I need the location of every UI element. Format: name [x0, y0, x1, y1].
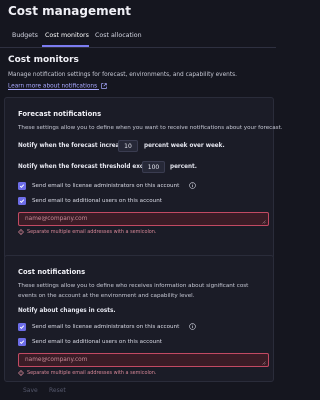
external-link-icon: [101, 83, 107, 89]
resize-handle-icon[interactable]: [261, 360, 266, 365]
forecast-card-title: Forecast notifications: [18, 110, 102, 118]
checkmark-icon: [19, 325, 25, 330]
forecast-notifications-card: Forecast notifications These settings al…: [4, 97, 283, 259]
cost-admins-label: Send email to license administrators on …: [32, 324, 180, 330]
forecast-threshold-label: Notify when the forecast threshold excee…: [18, 164, 159, 170]
tab-cost-monitors[interactable]: Cost monitors: [45, 32, 89, 39]
cost-additional-label: Send email to additional users on this a…: [32, 339, 162, 345]
cost-email-hint: Separate multiple email addresses with a…: [27, 370, 157, 376]
cost-email-field[interactable]: [18, 353, 269, 367]
resize-handle-icon[interactable]: [261, 219, 266, 224]
checkmark-icon: [19, 184, 25, 189]
forecast-additional-checkbox[interactable]: [18, 197, 26, 205]
learn-more-link[interactable]: Learn more about notifications: [8, 83, 107, 90]
learn-more-label: Learn more about notifications: [8, 83, 98, 90]
info-icon[interactable]: [189, 182, 196, 189]
section-heading: Cost monitors: [8, 55, 79, 65]
tab-budgets[interactable]: Budgets: [12, 32, 38, 39]
cost-additional-checkbox[interactable]: [18, 338, 26, 346]
forecast-increase-input[interactable]: [118, 140, 138, 152]
cost-admins-checkbox[interactable]: [18, 323, 26, 331]
info-icon[interactable]: [189, 323, 196, 330]
page-title: Cost management: [8, 4, 131, 18]
reset-button[interactable]: Reset: [49, 387, 66, 394]
cost-notifications-card: Cost notifications These settings allow …: [4, 255, 274, 382]
forecast-email-field[interactable]: [18, 212, 269, 226]
forecast-admins-label: Send email to license administrators on …: [32, 183, 180, 189]
section-description: Manage notification settings for forecas…: [8, 72, 237, 78]
checkmark-icon: [19, 340, 25, 345]
cost-card-title: Cost notifications: [18, 268, 86, 276]
forecast-increase-label: Notify when the forecast increases: [18, 143, 131, 149]
forecast-admins-checkbox[interactable]: [18, 182, 26, 190]
save-button[interactable]: Save: [23, 387, 38, 394]
forecast-email-hint: Separate multiple email addresses with a…: [27, 229, 157, 235]
tab-bar: Budgets Cost monitors Cost allocation: [0, 30, 276, 48]
forecast-additional-label: Send email to additional users on this a…: [32, 198, 162, 204]
active-tab-indicator: [42, 45, 89, 47]
tab-cost-allocation[interactable]: Cost allocation: [95, 32, 142, 39]
checkmark-icon: [19, 199, 25, 204]
forecast-threshold-input[interactable]: [142, 161, 165, 173]
forecast-card-description: These settings allow you to define when …: [18, 125, 283, 131]
error-icon: [18, 370, 24, 376]
cost-changes-label: Notify about changes in costs.: [18, 308, 116, 314]
error-icon: [18, 229, 24, 235]
forecast-threshold-suffix: percent.: [170, 164, 197, 170]
cost-card-description: These settings allow you to define who r…: [18, 283, 249, 299]
forecast-increase-suffix: percent week over week.: [144, 143, 225, 149]
